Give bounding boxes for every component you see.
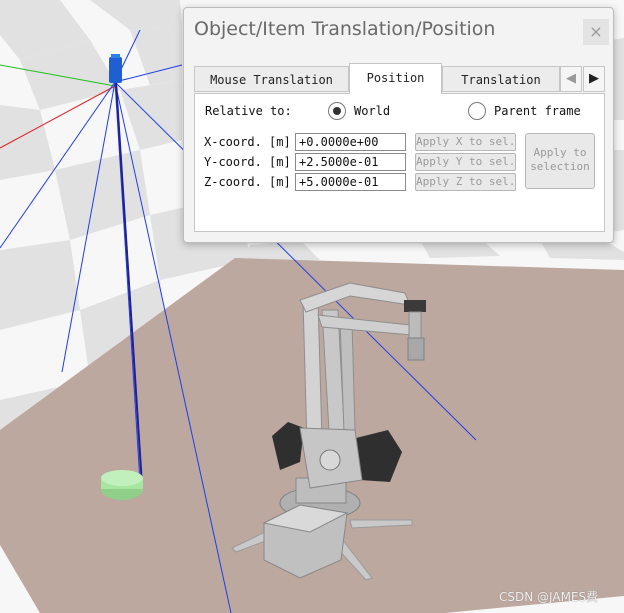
relative-to-label: Relative to: — [205, 104, 292, 118]
z-coord-input[interactable]: +5.0000e-01 — [295, 173, 406, 191]
y-coord-input[interactable]: +2.5000e-01 — [295, 153, 406, 171]
tab-scroll-left-icon[interactable]: ◀ — [560, 66, 582, 92]
dialog-title: Object/Item Translation/Position — [194, 18, 496, 40]
apply-to-selection-button[interactable]: Apply to selection — [525, 133, 595, 189]
tab-position[interactable]: Position — [349, 63, 442, 94]
x-coord-label: X-coord. [m] — [204, 135, 291, 149]
radio-world-label[interactable]: World — [354, 104, 390, 118]
target-disk[interactable] — [101, 470, 143, 500]
apply-y-button[interactable]: Apply Y to sel. — [415, 153, 516, 171]
watermark: CSDN @JAMES费 — [499, 590, 599, 604]
tab-scroll-right-icon[interactable]: ▶ — [583, 66, 605, 92]
x-coord-input[interactable]: +0.0000e+00 — [295, 133, 406, 151]
tab-mouse-translation[interactable]: Mouse Translation — [194, 66, 349, 92]
y-coord-label: Y-coord. [m] — [204, 155, 291, 169]
radio-world[interactable] — [328, 102, 346, 120]
proximity-sensor[interactable] — [109, 54, 122, 83]
z-coord-label: Z-coord. [m] — [204, 175, 291, 189]
tab-bar: Mouse Translation Position Translation ◀… — [194, 63, 605, 94]
radio-parent-frame[interactable] — [468, 102, 486, 120]
translation-position-dialog: Object/Item Translation/Position × Mouse… — [183, 7, 614, 243]
apply-z-button[interactable]: Apply Z to sel. — [415, 173, 516, 191]
radio-selected-dot — [333, 107, 341, 115]
close-icon[interactable]: × — [583, 19, 609, 45]
apply-x-button[interactable]: Apply X to sel. — [415, 133, 516, 151]
tab-translation[interactable]: Translation — [442, 66, 560, 92]
radio-parent-frame-label[interactable]: Parent frame — [494, 104, 581, 118]
position-panel: Relative to: World Parent frame X-coord.… — [194, 93, 605, 232]
